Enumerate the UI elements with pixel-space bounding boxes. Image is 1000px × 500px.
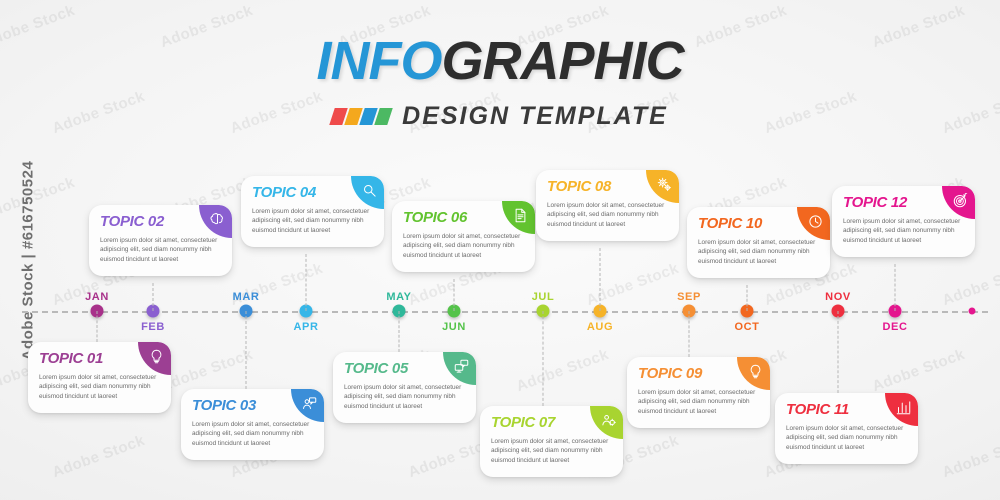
- card-connector-1: [96, 311, 98, 342]
- page-title: INFOGRAPHIC: [0, 34, 1000, 88]
- card-connector-5: [398, 311, 400, 352]
- card-description: Lorem ipsum dolor sit amet, consectetuer…: [491, 437, 609, 465]
- month-label-oct: OCT: [734, 321, 760, 333]
- title-info: INFO: [316, 31, 442, 91]
- infographic-canvas: Adobe Stock Adobe Stock Adobe Stock Adobe S…: [0, 0, 1000, 500]
- card-connector-3: [245, 311, 247, 389]
- card-connector-6: [453, 279, 455, 311]
- timeline-end-node: [968, 307, 976, 315]
- card-connector-4: [305, 254, 307, 311]
- month-label-apr: APR: [293, 321, 319, 333]
- watermark-sidebar: Adobe Stock | #616750524: [19, 160, 37, 361]
- watermark-text: Adobe Stock: [0, 173, 78, 224]
- month-label-mar: MAR: [232, 291, 260, 303]
- timeline-card-5[interactable]: TOPIC 05 Lorem ipsum dolor sit amet, cons…: [333, 352, 476, 424]
- gear-people-icon: [602, 415, 616, 426]
- watermark-text: Adobe Stock: [940, 259, 1000, 310]
- timeline-card-8[interactable]: TOPIC 08 Lorem ipsum dolor sit amet, cons…: [536, 170, 679, 242]
- title-graphic: GRAPHIC: [441, 31, 684, 91]
- card-connector-11: [837, 311, 839, 393]
- watermark-text: Adobe Stock: [940, 431, 1000, 482]
- page-header: INFOGRAPHIC DESIGN TEMPLATE: [0, 34, 1000, 131]
- card-icon-badge: [646, 170, 679, 203]
- card-description: Lorem ipsum dolor sit amet, consectetuer…: [403, 232, 521, 260]
- search-icon: [364, 185, 376, 197]
- card-icon-badge: [199, 205, 232, 238]
- month-label-jul: JUL: [531, 291, 555, 303]
- timeline-card-6[interactable]: TOPIC 06 Lorem ipsum dolor sit amet, cons…: [392, 201, 535, 273]
- card-icon-badge: [885, 393, 918, 426]
- color-bars-icon: [329, 108, 393, 125]
- timeline-card-12[interactable]: TOPIC 12 Lorem ipsum dolor sit amet, cons…: [832, 186, 975, 258]
- card-icon-badge: [942, 186, 975, 219]
- page-subtitle: DESIGN TEMPLATE: [402, 102, 668, 130]
- card-description: Lorem ipsum dolor sit amet, consectetuer…: [192, 420, 310, 448]
- card-description: Lorem ipsum dolor sit amet, consectetuer…: [100, 236, 218, 264]
- watermark-text: Adobe Stock: [158, 345, 256, 396]
- timeline-card-2[interactable]: TOPIC 02 Lorem ipsum dolor sit amet, cons…: [89, 205, 232, 277]
- card-connector-2: [152, 283, 154, 311]
- timeline-card-7[interactable]: TOPIC 07 Lorem ipsum dolor sit amet, cons…: [480, 406, 623, 478]
- brain-icon: [210, 213, 223, 225]
- card-description: Lorem ipsum dolor sit amet, consectetuer…: [786, 424, 904, 452]
- card-description: Lorem ipsum dolor sit amet, consectetuer…: [638, 388, 756, 416]
- bar-chart-icon: [896, 401, 911, 415]
- card-connector-7: [542, 311, 544, 406]
- card-connector-10: [746, 285, 748, 311]
- card-description: Lorem ipsum dolor sit amet, consectetuer…: [39, 373, 157, 401]
- gears-icon: [657, 177, 671, 191]
- month-label-sep: SEP: [677, 291, 701, 303]
- card-connector-12: [894, 264, 896, 311]
- lightbulb-icon: [750, 364, 761, 379]
- card-icon-badge: [797, 207, 830, 240]
- clock-icon: [809, 215, 822, 228]
- card-description: Lorem ipsum dolor sit amet, consectetuer…: [843, 217, 961, 245]
- card-icon-badge: [590, 406, 623, 439]
- card-icon-badge: [502, 201, 535, 234]
- card-icon-badge: [351, 176, 384, 209]
- document-icon: [515, 208, 526, 223]
- card-icon-badge: [737, 357, 770, 390]
- watermark-text: Adobe Stock: [50, 431, 148, 482]
- watermark-text: Adobe Stock: [870, 345, 968, 396]
- card-description: Lorem ipsum dolor sit amet, consectetuer…: [252, 207, 370, 235]
- user-chat-icon: [303, 397, 317, 409]
- card-icon-badge: [138, 342, 171, 375]
- month-label-dec: DEC: [882, 321, 908, 333]
- card-connector-9: [688, 311, 690, 357]
- color-bar: [374, 108, 393, 125]
- timeline-card-1[interactable]: TOPIC 01 Lorem ipsum dolor sit amet, cons…: [28, 342, 171, 414]
- card-icon-badge: [291, 389, 324, 422]
- timeline-card-9[interactable]: TOPIC 09 Lorem ipsum dolor sit amet, cons…: [627, 357, 770, 429]
- target-icon: [953, 193, 968, 208]
- card-description: Lorem ipsum dolor sit amet, consectetuer…: [547, 201, 665, 229]
- timeline-card-11[interactable]: TOPIC 11 Lorem ipsum dolor sit amet, cons…: [775, 393, 918, 465]
- subtitle-row: DESIGN TEMPLATE: [0, 102, 1000, 131]
- month-label-nov: NOV: [825, 291, 851, 303]
- month-label-jan: JAN: [85, 291, 109, 303]
- month-label-aug: AUG: [586, 321, 614, 333]
- timeline-card-10[interactable]: TOPIC 10 Lorem ipsum dolor sit amet, cons…: [687, 207, 830, 279]
- timeline-card-4[interactable]: TOPIC 04 Lorem ipsum dolor sit amet, cons…: [241, 176, 384, 248]
- card-icon-badge: [443, 352, 476, 385]
- chat-screen-icon: [454, 359, 469, 373]
- watermark-text: Adobe Stock: [514, 345, 612, 396]
- month-label-may: MAY: [386, 291, 412, 303]
- card-description: Lorem ipsum dolor sit amet, consectetuer…: [698, 238, 816, 266]
- lightbulb-icon: [151, 349, 162, 364]
- month-label-feb: FEB: [141, 321, 165, 333]
- card-description: Lorem ipsum dolor sit amet, consectetuer…: [344, 383, 462, 411]
- month-label-jun: JUN: [442, 321, 466, 333]
- timeline-card-3[interactable]: TOPIC 03 Lorem ipsum dolor sit amet, cons…: [181, 389, 324, 461]
- card-connector-8: [599, 248, 601, 311]
